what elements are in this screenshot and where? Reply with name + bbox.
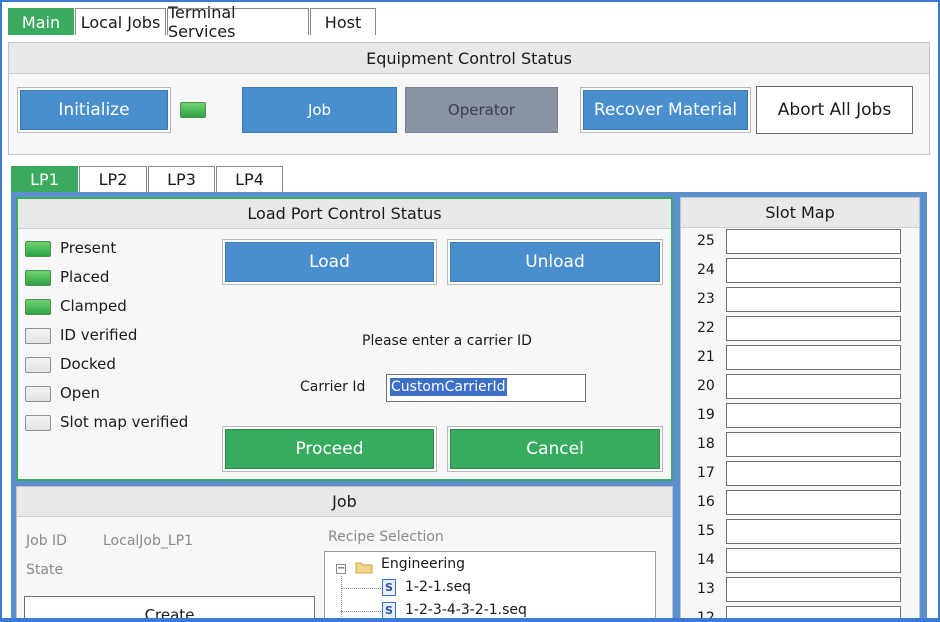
proceed-button[interactable]: Proceed	[225, 429, 434, 469]
tab-lp4[interactable]: LP4	[216, 166, 283, 192]
clamped-led	[25, 299, 51, 315]
slot-13-box	[726, 577, 901, 602]
docked-led	[25, 357, 51, 373]
tree-item-seq-2[interactable]: 1-2-3-4-3-2-1.seq	[405, 602, 527, 618]
slot-number: 13	[697, 581, 715, 597]
slot-number: 21	[697, 349, 715, 365]
present-led	[25, 241, 51, 257]
slot-23-box	[726, 287, 901, 312]
tab-lp3[interactable]: LP3	[148, 166, 215, 192]
slot-number: 15	[697, 523, 715, 539]
slot-number: 14	[697, 552, 715, 568]
placed-label: Placed	[60, 268, 110, 286]
placed-led	[25, 270, 51, 286]
docked-label: Docked	[60, 355, 116, 373]
job-state-label: State	[26, 562, 64, 578]
abort-all-jobs-button[interactable]: Abort All Jobs	[756, 86, 913, 134]
id-verified-led	[25, 328, 51, 344]
slot-16-box	[726, 490, 901, 515]
tab-lp2[interactable]: LP2	[79, 166, 147, 192]
window-bottom-border	[0, 618, 940, 622]
slot-number: 18	[697, 436, 715, 452]
slot-24-box	[726, 258, 901, 283]
carrier-id-prompt: Please enter a carrier ID	[362, 333, 532, 349]
job-mode-button[interactable]: Job	[242, 87, 397, 133]
tab-lp1[interactable]: LP1	[11, 166, 78, 192]
slot-14-box	[726, 548, 901, 573]
slot-number: 24	[697, 262, 715, 278]
tab-local-jobs[interactable]: Local Jobs	[75, 8, 166, 35]
slot-number: 17	[697, 465, 715, 481]
present-label: Present	[60, 239, 117, 257]
tree-item-seq-1[interactable]: 1-2-1.seq	[405, 579, 471, 595]
slot-15-box	[726, 519, 901, 544]
carrier-id-value: CustomCarrierId	[390, 378, 507, 396]
recover-material-button[interactable]: Recover Material	[583, 90, 748, 130]
tree-guide-line	[341, 576, 342, 622]
tree-branch-line	[341, 588, 381, 589]
tree-folder-engineering[interactable]: Engineering	[381, 556, 465, 572]
job-id-value: LocalJob_LP1	[103, 533, 194, 549]
open-label: Open	[60, 384, 101, 402]
recipe-selection-label: Recipe Selection	[328, 529, 444, 545]
slot-25-box	[726, 229, 901, 254]
tab-main[interactable]: Main	[8, 8, 74, 35]
load-port-title: Load Port Control Status	[18, 199, 671, 229]
slot-number: 19	[697, 407, 715, 423]
slot-22-box	[726, 316, 901, 341]
tree-branch-line	[341, 611, 381, 612]
load-button[interactable]: Load	[225, 242, 434, 282]
slot-map-verified-label: Slot map verified	[60, 413, 189, 431]
job-id-label: Job ID	[26, 533, 67, 549]
sequence-file-icon: S	[382, 602, 396, 619]
slot-21-box	[726, 345, 901, 370]
slot-map-title: Slot Map	[681, 198, 919, 228]
slot-number: 23	[697, 291, 715, 307]
equipment-title: Equipment Control Status	[9, 43, 929, 74]
slot-19-box	[726, 403, 901, 428]
tab-terminal-services[interactable]: Terminal Services	[167, 3, 309, 41]
slot-number: 20	[697, 378, 715, 394]
job-title: Job	[17, 487, 672, 517]
slot-number: 25	[697, 233, 715, 249]
clamped-label: Clamped	[60, 297, 127, 315]
id-verified-label: ID verified	[60, 326, 138, 344]
slot-18-box	[726, 432, 901, 457]
recipe-tree[interactable]: − Engineering S 1-2-1.seq S 1-2-3-4-3-2-…	[324, 551, 656, 622]
carrier-id-input[interactable]: CustomCarrierId	[386, 374, 586, 402]
operator-mode-button[interactable]: Operator	[405, 87, 558, 133]
slot-number: 22	[697, 320, 715, 336]
unload-button[interactable]: Unload	[450, 242, 660, 282]
initialize-button[interactable]: Initialize	[20, 90, 168, 130]
tree-collapse-icon[interactable]: −	[336, 564, 346, 574]
tab-host[interactable]: Host	[310, 8, 376, 35]
slot-map-verified-led	[25, 415, 51, 431]
slot-number: 16	[697, 494, 715, 510]
initialize-status-led	[180, 102, 206, 118]
carrier-id-label: Carrier Id	[300, 379, 366, 395]
open-led	[25, 386, 51, 402]
cancel-button[interactable]: Cancel	[450, 429, 660, 469]
sequence-file-icon: S	[382, 579, 396, 596]
slot-20-box	[726, 374, 901, 399]
folder-icon	[355, 562, 373, 574]
slot-17-box	[726, 461, 901, 486]
